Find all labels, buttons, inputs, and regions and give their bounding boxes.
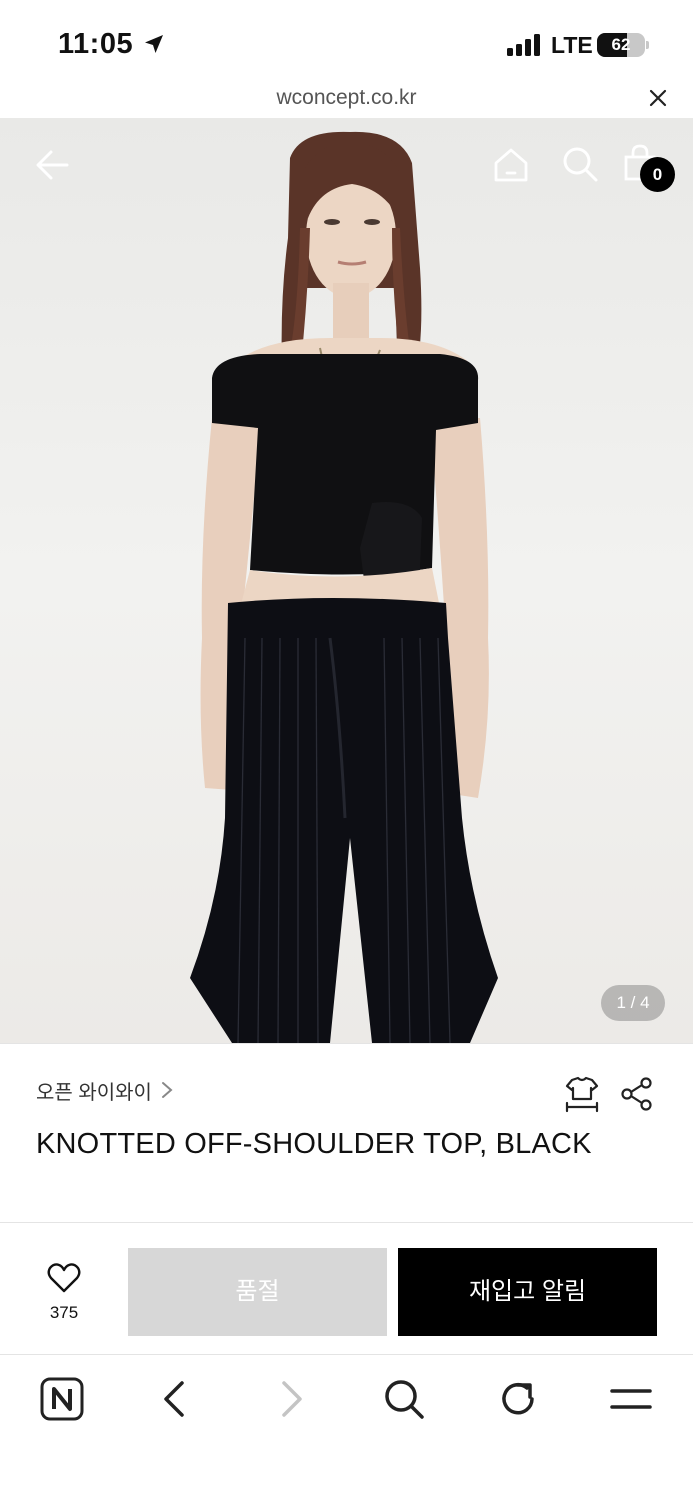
battery-cap (646, 41, 649, 49)
location-arrow-icon (145, 35, 163, 53)
close-icon[interactable] (646, 86, 670, 110)
signal-icon (507, 34, 543, 56)
back-arrow-icon[interactable] (33, 145, 73, 185)
menu-icon[interactable] (607, 1375, 655, 1423)
battery-level: 62 (611, 35, 631, 54)
image-pager: 1 / 4 (601, 985, 665, 1021)
browser-toolbar (0, 1355, 693, 1500)
brand-name[interactable]: 오픈 와이와이 (36, 1076, 152, 1105)
heart-icon (47, 1263, 81, 1293)
divider (0, 1043, 693, 1044)
toolbar-back-icon[interactable] (152, 1375, 200, 1423)
wishlist-button[interactable]: 375 (36, 1262, 92, 1328)
model-photo (190, 131, 498, 1043)
toolbar-forward-icon[interactable] (266, 1375, 314, 1423)
url-bar[interactable]: wconcept.co.kr (0, 80, 693, 118)
product-title: KNOTTED OFF-SHOULDER TOP, BLACK (36, 1128, 592, 1160)
url-text[interactable]: wconcept.co.kr (0, 86, 693, 110)
cart-count-badge[interactable]: 0 (640, 157, 675, 192)
wish-count: 375 (49, 1303, 79, 1322)
status-time: 11:05 (58, 28, 134, 60)
battery-icon: 62 (597, 33, 645, 57)
naver-icon[interactable] (38, 1375, 86, 1423)
home-icon[interactable] (491, 145, 531, 185)
toolbar-search-icon[interactable] (380, 1375, 428, 1423)
search-icon[interactable] (560, 144, 600, 184)
divider (0, 1222, 693, 1223)
status-bar: 11:05 LTE 62 (0, 0, 693, 88)
network-label: LTE (551, 32, 593, 58)
restock-alert-button[interactable]: 재입고 알림 (398, 1248, 657, 1336)
brand-link[interactable]: 오픈 와이와이 (36, 1074, 174, 1106)
reload-icon[interactable] (494, 1375, 542, 1423)
chevron-right-icon (161, 1082, 173, 1098)
product-image[interactable] (0, 118, 693, 1043)
soldout-button[interactable]: 품절 (128, 1248, 387, 1336)
size-guide-icon[interactable] (563, 1074, 601, 1114)
share-icon[interactable] (620, 1076, 654, 1112)
